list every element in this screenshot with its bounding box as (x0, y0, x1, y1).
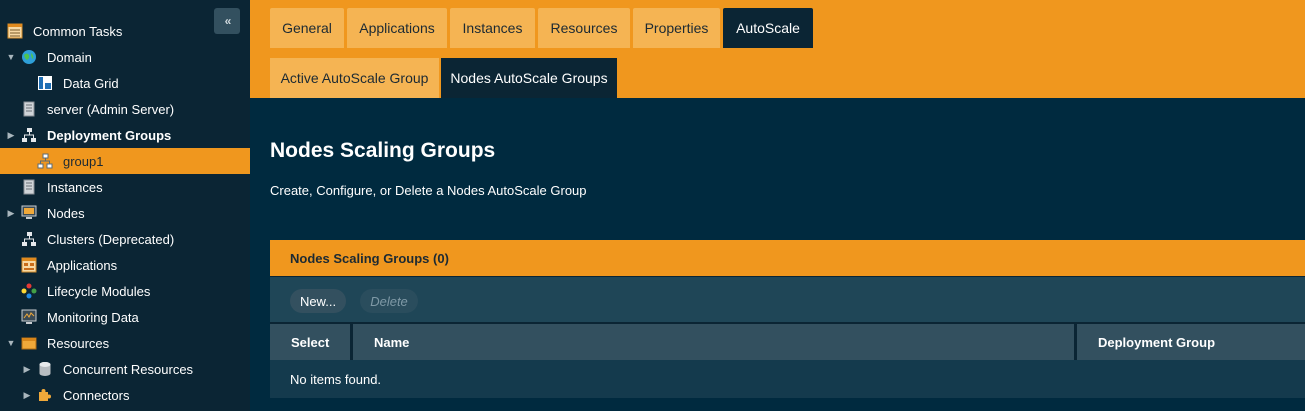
main-content: General Applications Instances Resources… (250, 0, 1305, 411)
sidebar-item-label: group1 (63, 153, 104, 169)
subtab-active-autoscale-group[interactable]: Active AutoScale Group (270, 58, 439, 98)
tab-instances[interactable]: Instances (450, 8, 535, 48)
sidebar-item-connectors[interactable]: ▶ Connectors (0, 382, 250, 408)
sidebar-item-label: Clusters (Deprecated) (47, 231, 175, 247)
page-title: Nodes Scaling Groups (270, 139, 496, 162)
sidebar-item-lifecycle-modules[interactable]: Lifecycle Modules (0, 278, 250, 304)
sidebar-item-clusters[interactable]: Clusters (Deprecated) (0, 226, 250, 252)
table-action-bar: New... Delete (270, 276, 1305, 322)
tab-resources[interactable]: Resources (538, 8, 630, 48)
sidebar-item-label: Lifecycle Modules (47, 283, 151, 299)
column-header-deployment-group[interactable]: Deployment Group (1077, 322, 1305, 360)
sidebar-item-label: Resources (47, 335, 110, 351)
nodes-scaling-groups-table: Nodes Scaling Groups (0) New... Delete S… (270, 240, 1305, 398)
sidebar-item-label: Common Tasks (33, 23, 123, 39)
deployment-groups-icon (21, 127, 37, 143)
connector-icon (37, 387, 53, 403)
delete-button[interactable]: Delete (360, 289, 418, 313)
sidebar-item-label: Concurrent Resources (63, 361, 194, 377)
group-icon (37, 153, 53, 169)
sidebar-item-common-tasks[interactable]: Common Tasks (0, 18, 250, 44)
expand-toggle-icon[interactable]: ▶ (6, 130, 16, 140)
globe-icon (21, 49, 37, 65)
applications-icon (21, 257, 37, 273)
sidebar-item-resources[interactable]: ▼ Resources (0, 330, 250, 356)
column-header-name[interactable]: Name (353, 322, 1074, 360)
resources-icon (21, 335, 37, 351)
monitoring-icon (21, 309, 37, 325)
sidebar-item-instances[interactable]: Instances (0, 174, 250, 200)
navigation-sidebar: « Common Tasks ▼ Domain Data Grid server… (0, 0, 250, 411)
table-title: Nodes Scaling Groups (0) (270, 240, 1305, 276)
tab-bar: General Applications Instances Resources… (250, 0, 1305, 98)
sidebar-item-label: Nodes (47, 205, 85, 221)
sidebar-item-group1[interactable]: group1 (0, 148, 250, 174)
server-icon (21, 101, 37, 117)
instances-icon (21, 179, 37, 195)
data-grid-icon (37, 75, 53, 91)
sidebar-item-applications[interactable]: Applications (0, 252, 250, 278)
tab-general[interactable]: General (270, 8, 344, 48)
expand-toggle-icon[interactable]: ▼ (6, 338, 16, 348)
lifecycle-icon (21, 283, 37, 299)
expand-toggle-icon[interactable]: ▶ (6, 208, 16, 218)
sidebar-item-label: Applications (47, 257, 118, 273)
tab-autoscale[interactable]: AutoScale (723, 8, 813, 48)
subtab-nodes-autoscale-groups[interactable]: Nodes AutoScale Groups (441, 58, 617, 98)
tab-properties[interactable]: Properties (633, 8, 720, 48)
nodes-icon (21, 205, 37, 221)
expand-toggle-icon[interactable]: ▼ (6, 52, 16, 62)
new-button[interactable]: New... (290, 289, 346, 313)
sidebar-item-data-grid[interactable]: Data Grid (0, 70, 250, 96)
empty-table-message: No items found. (270, 360, 1305, 398)
sidebar-item-monitoring-data[interactable]: Monitoring Data (0, 304, 250, 330)
sidebar-item-domain[interactable]: ▼ Domain (0, 44, 250, 70)
sidebar-item-concurrent-resources[interactable]: ▶ Concurrent Resources (0, 356, 250, 382)
sidebar-item-label: Domain (47, 49, 92, 65)
sidebar-item-label: server (Admin Server) (47, 101, 175, 117)
sidebar-item-label: Instances (47, 179, 103, 195)
column-header-select[interactable]: Select (270, 322, 350, 360)
sidebar-item-label: Data Grid (63, 75, 119, 91)
clusters-icon (21, 231, 37, 247)
sidebar-item-label: Connectors (63, 387, 130, 403)
common-tasks-icon (7, 23, 23, 39)
page-help-text: Create, Configure, or Delete a Nodes Aut… (270, 183, 587, 198)
sidebar-item-deployment-groups[interactable]: ▶ Deployment Groups (0, 122, 250, 148)
expand-toggle-icon[interactable]: ▶ (22, 364, 32, 374)
sidebar-item-label: Monitoring Data (47, 309, 139, 325)
sidebar-item-server[interactable]: server (Admin Server) (0, 96, 250, 122)
expand-toggle-icon[interactable]: ▶ (22, 390, 32, 400)
tab-applications[interactable]: Applications (347, 8, 447, 48)
database-icon (37, 361, 53, 377)
sidebar-item-nodes[interactable]: ▶ Nodes (0, 200, 250, 226)
sidebar-item-label: Deployment Groups (47, 127, 172, 143)
